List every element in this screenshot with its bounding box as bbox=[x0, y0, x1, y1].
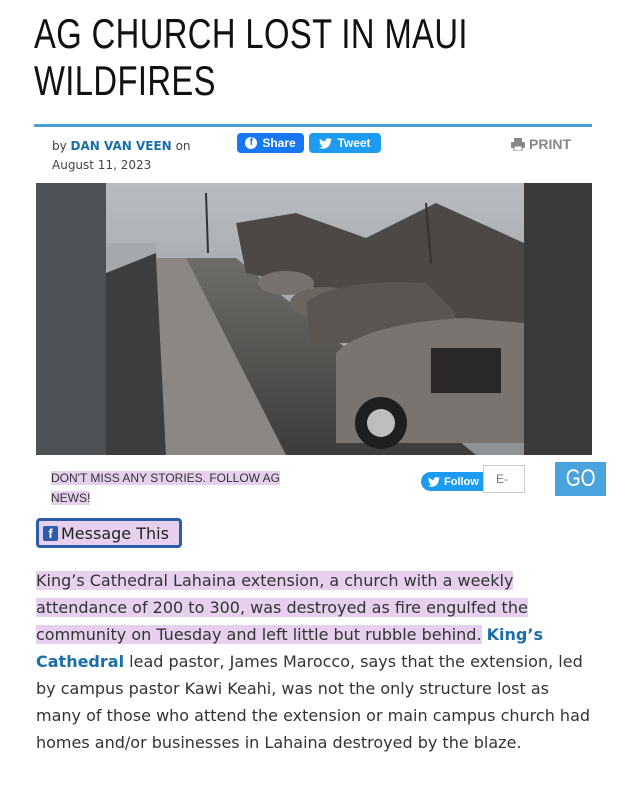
byline: by DAN VAN VEEN on August 11, 2023 bbox=[52, 137, 202, 175]
follow-label: Follow bbox=[444, 475, 479, 488]
twitter-follow-button[interactable]: Follow bbox=[421, 472, 485, 491]
subscribe-prompt-text: DON'T MISS ANY STORIES. FOLLOW AG NEWS! bbox=[51, 471, 281, 505]
author-link[interactable]: DAN VAN VEEN bbox=[71, 139, 172, 153]
byline-prefix: by bbox=[52, 139, 67, 153]
publish-date: August 11, 2023 bbox=[52, 158, 152, 172]
article-lead-highlighted: King’s Cathedral Lahaina extension, a ch… bbox=[36, 571, 528, 644]
print-label: PRINT bbox=[529, 136, 571, 152]
go-label: GO bbox=[565, 465, 596, 492]
article-title: AG CHURCH LOST IN MAUI WILDFIRES bbox=[34, 10, 468, 104]
print-button[interactable]: PRINT bbox=[511, 136, 571, 152]
share-label: Share bbox=[262, 136, 296, 150]
title-divider bbox=[34, 124, 592, 127]
wildfire-aftermath-photo bbox=[36, 183, 592, 455]
tweet-button[interactable]: Tweet bbox=[309, 133, 381, 153]
tweet-label: Tweet bbox=[337, 136, 371, 150]
facebook-share-button[interactable]: f Share bbox=[237, 133, 304, 153]
article-body: King’s Cathedral Lahaina extension, a ch… bbox=[36, 567, 592, 756]
facebook-message-button[interactable]: f Message This bbox=[36, 518, 182, 548]
go-button[interactable]: GO bbox=[555, 462, 606, 496]
printer-icon bbox=[511, 137, 525, 151]
email-field[interactable] bbox=[483, 465, 525, 493]
facebook-square-icon: f bbox=[43, 525, 58, 541]
subscribe-prompt: DON'T MISS ANY STORIES. FOLLOW AG NEWS! bbox=[51, 468, 301, 508]
twitter-bird-icon bbox=[428, 476, 440, 487]
twitter-bird-icon bbox=[319, 137, 333, 149]
byline-on: on bbox=[175, 139, 191, 153]
message-label: Message This bbox=[61, 523, 169, 543]
article-photo bbox=[36, 183, 592, 455]
facebook-icon: f bbox=[245, 137, 258, 149]
